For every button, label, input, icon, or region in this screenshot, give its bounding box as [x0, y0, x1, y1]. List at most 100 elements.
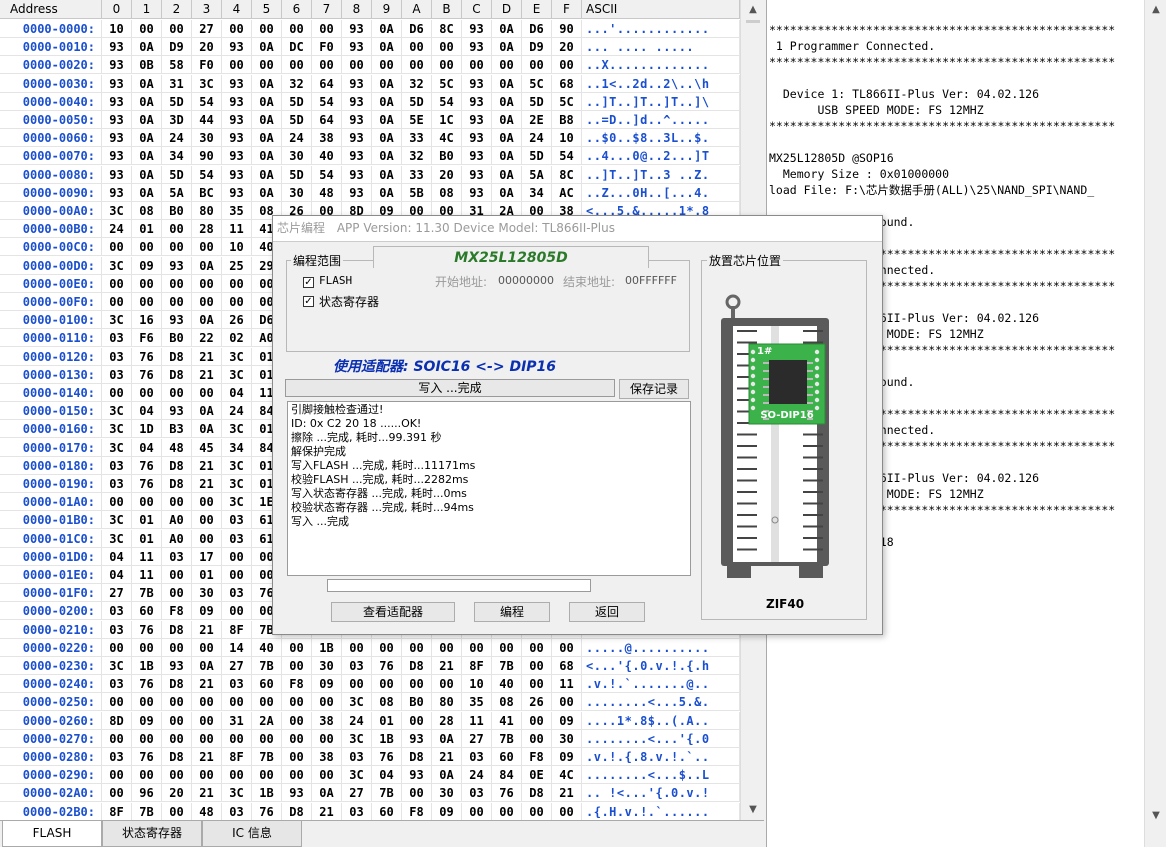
hex-column-header: 2: [162, 0, 192, 19]
ascii-text: ..1<..2d..2\..\h: [582, 74, 740, 93]
view-adapter-button[interactable]: 查看适配器: [331, 602, 455, 622]
hex-byte: 7B: [132, 802, 162, 820]
hex-row[interactable]: 0000-0010: 93 0A D9 20 93 0A DC F0 93 0A 00 00 93 0A D9…: [0, 38, 740, 57]
ascii-text: ........<...$..L: [582, 766, 740, 785]
hex-row[interactable]: 0000-0240: 03 76 D8 21 03 60 F8 09 00 00 00 00 10 40 00…: [0, 675, 740, 694]
save-log-button[interactable]: 保存记录: [619, 379, 689, 399]
hex-byte: 00: [312, 729, 342, 748]
flash-checkbox[interactable]: ✓: [303, 277, 314, 288]
hex-row[interactable]: 0000-0020: 93 0B 58 F0 00 00 00 00 00 00 00 00 00 00 00…: [0, 56, 740, 75]
hex-byte: 7B: [372, 784, 402, 803]
hex-byte: 58: [162, 56, 192, 75]
hex-byte: 00: [552, 56, 582, 75]
ascii-text: ..X.............: [582, 56, 740, 75]
hex-byte: 93: [222, 74, 252, 93]
hex-byte: 00: [162, 274, 192, 293]
hex-byte: 0A: [492, 74, 522, 93]
status-register-checkbox[interactable]: ✓: [303, 296, 314, 307]
hex-byte: 0A: [492, 92, 522, 111]
hex-row[interactable]: 0000-0000: 10 00 00 27 00 00 00 00 93 0A D6 8C 93 0A D6…: [0, 20, 740, 38]
hex-byte: 35: [222, 202, 252, 220]
hex-row[interactable]: 0000-0060: 93 0A 24 30 93 0A 24 38 93 0A 33 4C 93 0A 24…: [0, 129, 740, 148]
hex-row[interactable]: 0000-0280: 03 76 D8 21 8F 7B 00 38 03 76 D8 21 03 60 F8…: [0, 748, 740, 766]
hex-byte: 8F: [102, 802, 132, 820]
hex-row[interactable]: 0000-0230: 3C 1B 93 0A 27 7B 00 30 03 76 D8 21 8F 7B 00…: [0, 657, 740, 675]
ascii-text: ... .... .....: [582, 38, 740, 57]
hex-byte: 27: [102, 584, 132, 603]
hex-byte: D9: [162, 38, 192, 57]
hex-byte: 00: [432, 56, 462, 75]
hex-byte: 24: [342, 711, 372, 730]
hex-byte: 20: [432, 165, 462, 184]
hex-column-header: 3: [192, 0, 222, 19]
scroll-up-icon[interactable]: ▲: [1148, 2, 1164, 18]
log-line: 写入状态寄存器 ...完成, 耗时...0ms: [291, 487, 467, 500]
hex-byte: 68: [552, 74, 582, 93]
hex-byte: 00: [102, 784, 132, 803]
hex-byte: 21: [432, 657, 462, 675]
scroll-thumb[interactable]: [746, 20, 760, 23]
hex-row[interactable]: 0000-0050: 93 0A 3D 44 93 0A 5D 64 93 0A 5E 1C 93 0A 2E…: [0, 111, 740, 129]
hex-byte: 8F: [462, 657, 492, 675]
hex-byte: 03: [102, 675, 132, 694]
hex-byte: 00: [282, 748, 312, 766]
chip-program-dialog: 芯片编程 APP Version: 11.30 Device Model: TL…: [272, 215, 883, 635]
hex-byte: 0A: [252, 183, 282, 202]
hex-row[interactable]: 0000-02B0: 8F 7B 00 48 03 76 D8 21 03 60 F8 09 00 00 00…: [0, 802, 740, 820]
back-button[interactable]: 返回: [569, 602, 645, 622]
hex-column-header: A: [402, 0, 432, 19]
hex-byte: 00: [402, 56, 432, 75]
row-address: 0000-0190:: [0, 475, 102, 493]
hex-row[interactable]: 0000-02A0: 00 96 20 21 3C 1B 93 0A 27 7B 00 30 03 76 D8…: [0, 784, 740, 803]
hex-byte: 48: [312, 183, 342, 202]
hex-row[interactable]: 0000-0090: 93 0A 5A BC 93 0A 30 48 93 0A 5B 08 93 0A 34…: [0, 183, 740, 202]
row-address: 0000-0220:: [0, 638, 102, 657]
hex-byte: D8: [162, 365, 192, 384]
scroll-down-icon[interactable]: ▼: [1148, 808, 1164, 824]
hex-byte: 0A: [492, 129, 522, 148]
hex-row[interactable]: 0000-0250: 00 00 00 00 00 00 00 00 3C 08 B0 80 35 08 26…: [0, 693, 740, 712]
hex-byte: 21: [312, 802, 342, 820]
hex-byte: 60: [252, 675, 282, 694]
hex-byte: 20: [552, 38, 582, 57]
hex-row[interactable]: 0000-0040: 93 0A 5D 54 93 0A 5D 54 93 0A 5D 54 93 0A 5D…: [0, 92, 740, 111]
hex-byte: 24: [282, 129, 312, 148]
tab-ic-info[interactable]: IC 信息: [202, 821, 302, 847]
hex-byte: 00: [102, 493, 132, 512]
hex-byte: 1B: [252, 784, 282, 803]
scroll-up-icon[interactable]: ▲: [745, 2, 761, 18]
hex-byte: 22: [192, 329, 222, 348]
log-scrollbar[interactable]: ▲ ▼: [1144, 0, 1166, 847]
hex-byte: 30: [192, 129, 222, 148]
tab-flash[interactable]: FLASH: [2, 821, 102, 847]
hex-byte: 00: [432, 38, 462, 57]
hex-byte: 5C: [522, 74, 552, 93]
hex-byte: 1B: [372, 729, 402, 748]
hex-byte: 93: [462, 147, 492, 166]
row-address: 0000-00D0:: [0, 256, 102, 275]
hex-byte: 00: [312, 693, 342, 712]
hex-byte: 00: [402, 38, 432, 57]
hex-byte: 41: [492, 711, 522, 730]
hex-row[interactable]: 0000-0260: 8D 09 00 00 31 2A 00 38 24 01 00 28 11 41 00…: [0, 711, 740, 730]
tab-status-register[interactable]: 状态寄存器: [102, 821, 202, 847]
program-button[interactable]: 编程: [474, 602, 550, 622]
hex-byte: 03: [222, 675, 252, 694]
hex-byte: 33: [402, 129, 432, 148]
hex-byte: 03: [462, 748, 492, 766]
hex-row[interactable]: 0000-0070: 93 0A 34 90 93 0A 30 40 93 0A 32 B0 93 0A 5D…: [0, 147, 740, 166]
hex-byte: 76: [372, 748, 402, 766]
row-address: 0000-0090:: [0, 183, 102, 202]
hex-row[interactable]: 0000-0080: 93 0A 5D 54 93 0A 5D 54 93 0A 33 20 93 0A 5A…: [0, 165, 740, 184]
dialog-titlebar[interactable]: 芯片编程 APP Version: 11.30 Device Model: TL…: [273, 216, 882, 242]
hex-byte: 03: [222, 511, 252, 530]
hex-byte: 93: [462, 74, 492, 93]
hex-byte: 11: [462, 711, 492, 730]
hex-row[interactable]: 0000-0290: 00 00 00 00 00 00 00 00 3C 04 93 0A 24 84 0E…: [0, 766, 740, 785]
hex-row[interactable]: 0000-0270: 00 00 00 00 00 00 00 00 3C 1B 93 0A 27 7B 00…: [0, 729, 740, 748]
hex-row[interactable]: 0000-0220: 00 00 00 00 14 40 00 1B 00 00 00 00 00 00 00…: [0, 638, 740, 657]
scroll-down-icon[interactable]: ▼: [745, 802, 761, 818]
hex-byte: 02: [222, 329, 252, 348]
row-address: 0000-0270:: [0, 729, 102, 748]
hex-row[interactable]: 0000-0030: 93 0A 31 3C 93 0A 32 64 93 0A 32 5C 93 0A 5C…: [0, 74, 740, 93]
